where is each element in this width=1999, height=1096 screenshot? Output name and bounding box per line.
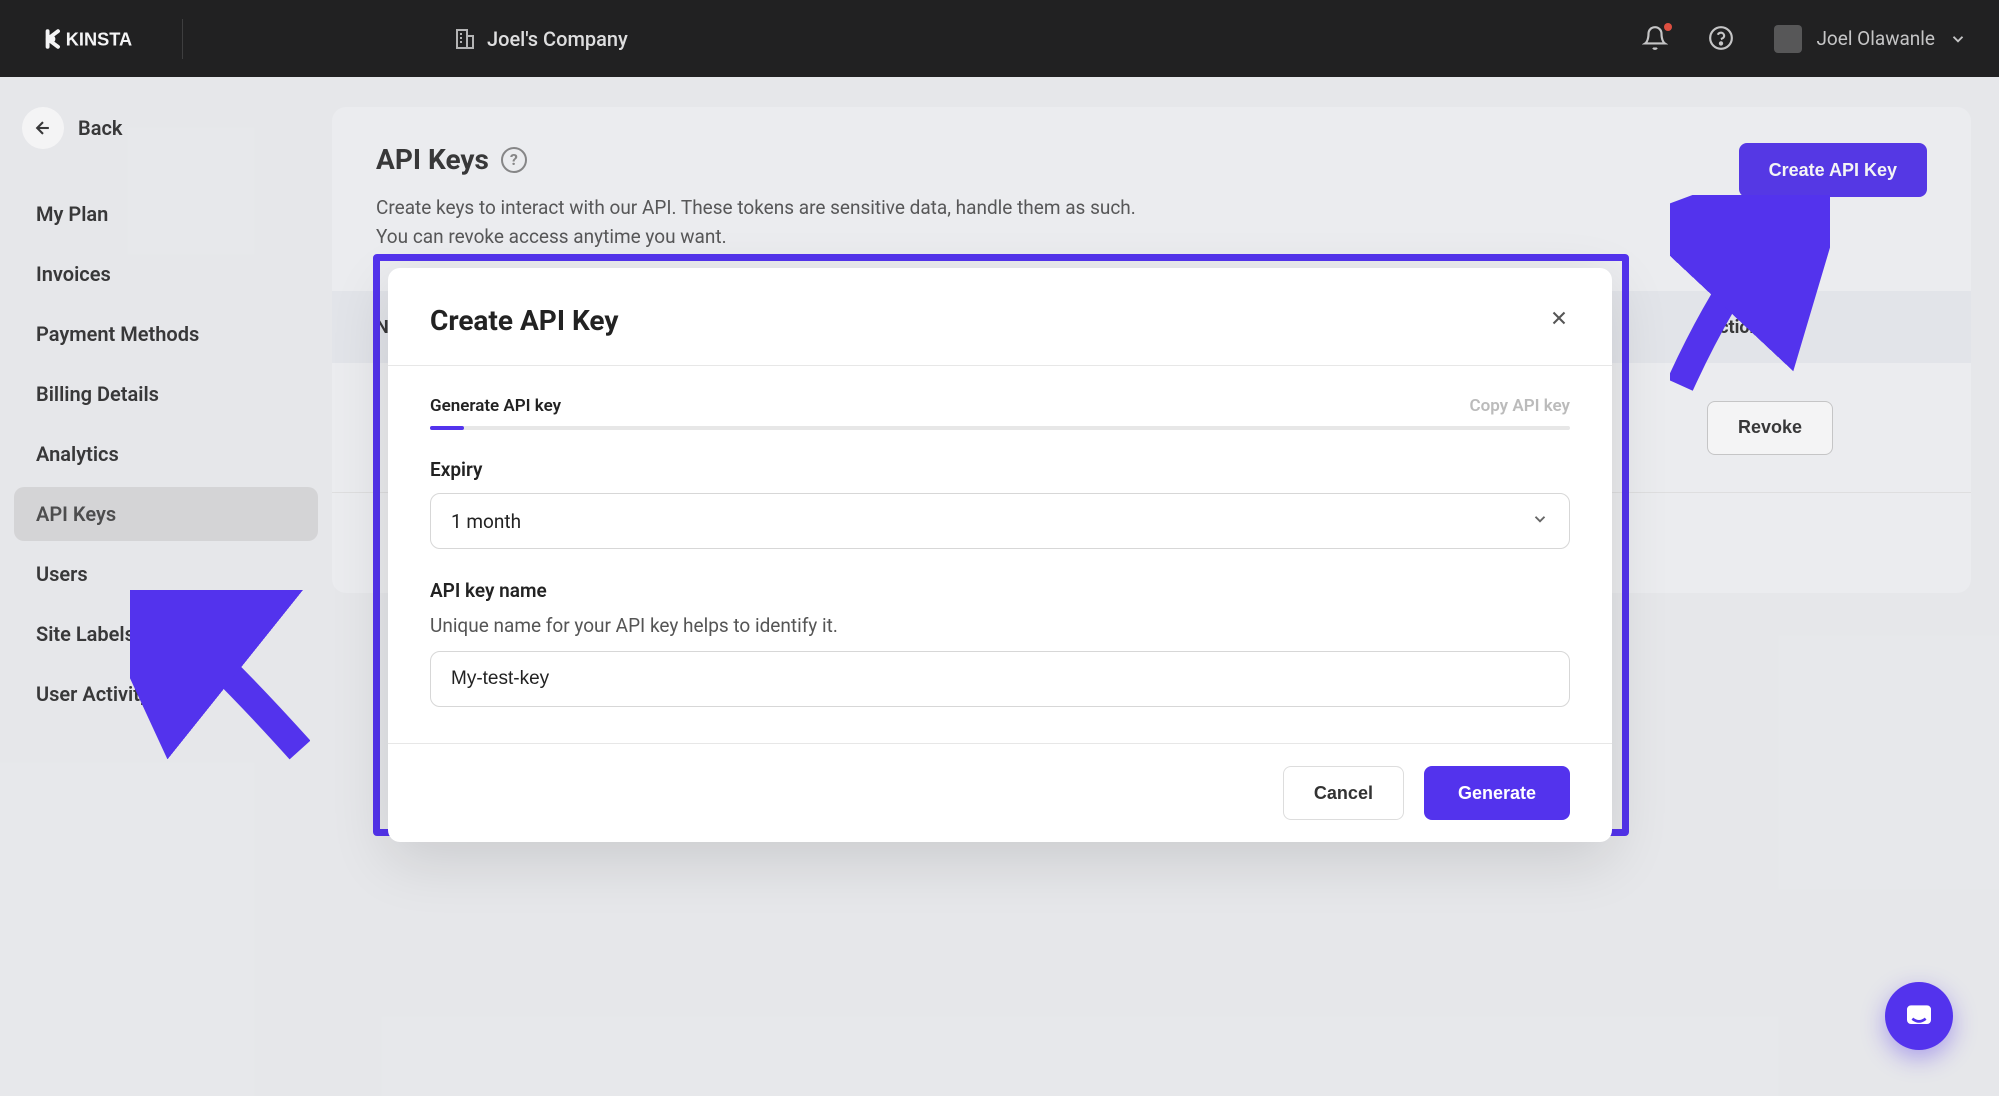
expiry-label: Expiry [430,458,1570,481]
annotation-arrow [130,590,310,760]
progress-bar [430,426,1570,430]
annotation-arrow [1670,195,1830,395]
api-key-name-label: API key name [430,579,1570,602]
expiry-select[interactable]: 1 month [430,493,1570,549]
create-api-key-modal: Create API Key Generate API key Copy API… [388,268,1612,842]
modal-steps: Generate API key Copy API key [388,366,1612,416]
expiry-value: 1 month [451,510,521,533]
intercom-launcher[interactable] [1885,982,1953,1050]
generate-button[interactable]: Generate [1424,766,1570,820]
chevron-down-icon [1531,510,1549,533]
api-key-name-input[interactable] [430,651,1570,707]
api-key-name-helper: Unique name for your API key helps to id… [430,614,1570,637]
step-generate: Generate API key [430,396,561,416]
close-icon[interactable] [1548,307,1570,335]
modal-title: Create API Key [430,304,618,337]
cancel-button[interactable]: Cancel [1283,766,1404,820]
step-copy: Copy API key [1469,396,1570,416]
chat-icon [1903,1000,1935,1032]
